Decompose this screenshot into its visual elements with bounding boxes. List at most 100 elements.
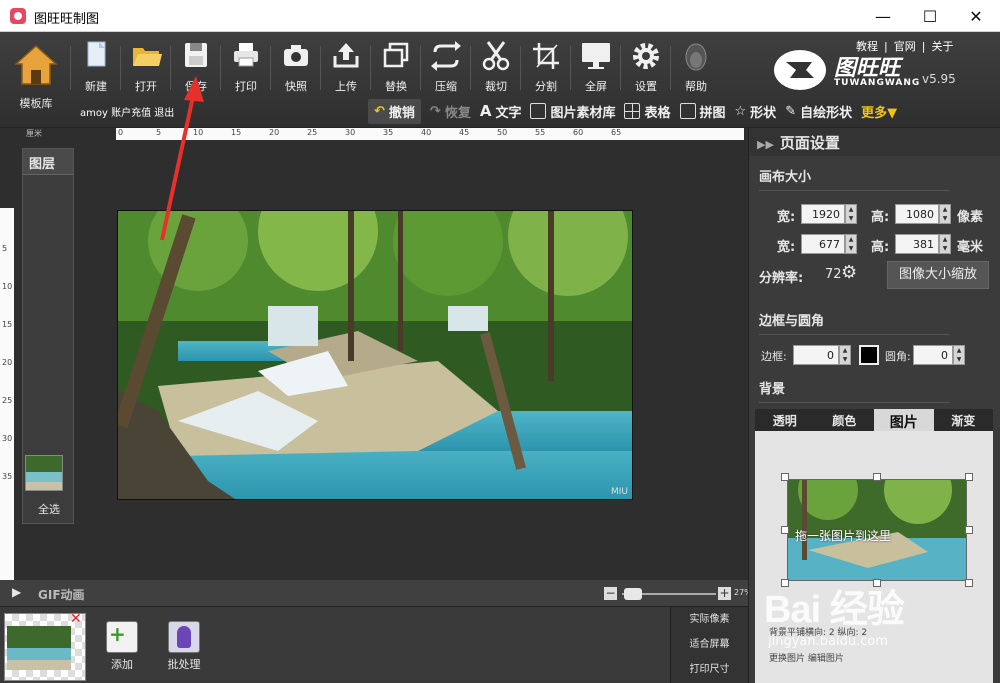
canvas-image[interactable]: MIU [117,210,633,500]
split-button[interactable]: 分割 [523,38,569,96]
gear-icon [633,43,659,69]
print-button[interactable]: 打印 [223,38,269,96]
text-tool-label: 文字 [495,105,522,121]
template-library-button[interactable]: 模板库 [8,44,64,120]
panel-title: 页面设置 [779,134,840,152]
account-recharge-link[interactable]: 账户充值 [111,108,151,119]
image-library-button[interactable]: 图片素材库 [530,102,615,121]
help-label: 帮助 [685,80,707,93]
resize-handle[interactable] [965,526,973,534]
new-button[interactable]: 新建 [73,38,119,96]
fullscreen-button[interactable]: 全屏 [573,38,619,96]
layers-panel: 图层 全选 [22,148,74,524]
radius-input[interactable]: 0 [913,345,953,365]
tab-image[interactable]: 图片 [874,409,934,431]
resize-handle[interactable] [873,579,881,587]
fit-screen-button[interactable]: 适合屏幕 [671,632,748,657]
resize-handle[interactable] [781,526,789,534]
collage-button[interactable]: 拼图 [679,102,726,121]
image-resize-button[interactable]: 图像大小缩放 [887,261,989,289]
minimize-button[interactable]: — [860,0,906,32]
undo-icon: ↶ [374,103,385,119]
width-mm-input[interactable]: 677 [801,234,845,254]
actual-pixels-button[interactable]: 实际像素 [671,607,748,632]
resize-handle[interactable] [965,473,973,481]
settings-button[interactable]: 设置 [623,38,669,96]
replace-button[interactable]: 替换 [373,38,419,96]
height-px-stepper[interactable]: ▲ ▼ [939,204,951,224]
ruler-top: 0 5 10 15 20 25 30 35 40 45 50 55 60 65 [116,128,744,140]
tab-gradient[interactable]: 渐变 [934,409,994,431]
undo-button[interactable]: ↶ 撤销 [368,98,421,124]
maximize-button[interactable]: ☐ [907,0,953,32]
help-button[interactable]: 帮助 [673,38,719,96]
resize-handle[interactable] [781,473,789,481]
resolution-label: 分辨率: [759,271,804,286]
delete-frame-icon[interactable]: ✕ [70,611,82,627]
toolbar-divider [620,46,621,90]
print-size-button[interactable]: 打印尺寸 [671,657,748,682]
bg-edit-buttons[interactable]: 更换图片 编辑图片 [769,651,844,664]
shape-button[interactable]: ☆ 形状 [735,102,777,121]
ruler-number: 15 [231,128,242,137]
ruler-number: 60 [573,128,584,137]
add-frame-button[interactable]: + 添加 [98,621,146,672]
toolbar-divider [120,46,121,90]
redo-icon: ↷ [429,103,441,119]
new-label: 新建 [85,80,107,93]
ruler-number: 25 [2,396,13,405]
tab-color[interactable]: 颜色 [815,409,875,431]
more-button[interactable]: 更多▼ [861,102,897,121]
cut-button[interactable]: 裁切 [473,38,519,96]
gif-animation-label[interactable]: GIF动画 [38,586,85,603]
border-stepper[interactable]: ▲ ▼ [839,345,851,365]
table-button[interactable]: 表格 [624,102,671,121]
height-mm-stepper[interactable]: ▲ ▼ [939,234,951,254]
add-label: 添加 [111,658,133,671]
undo-label: 撤销 [388,105,415,121]
camera-icon [284,45,308,66]
play-icon[interactable]: ▶ [12,585,21,599]
upload-label: 上传 [335,80,357,93]
px-unit: 像素 [957,210,984,225]
resize-handle[interactable] [965,579,973,587]
select-all-button[interactable]: 全选 [23,501,75,517]
resize-handle[interactable] [873,473,881,481]
mm-unit: 毫米 [957,240,984,255]
ruler-number: 0 [118,128,124,137]
snapshot-button[interactable]: 快照 [273,38,319,96]
compress-button[interactable]: 压缩 [423,38,469,96]
zoom-in-button[interactable]: + [718,587,731,600]
zoom-slider-knob[interactable] [624,588,642,600]
height-mm-input[interactable]: 381 [895,234,939,254]
settings-label: 设置 [635,80,657,93]
text-tool-button[interactable]: A 文字 [480,102,522,121]
border-color-swatch[interactable] [859,345,879,365]
border-input[interactable]: 0 [793,345,839,365]
zoom-out-button[interactable]: − [604,587,617,600]
view-options: 实际像素 适合屏幕 打印尺寸 [670,607,748,683]
tab-transparent[interactable]: 透明 [755,409,815,431]
width-mm-stepper[interactable]: ▲ ▼ [845,234,857,254]
ruler-number: 55 [535,128,546,137]
height-px-input[interactable]: 1080 [895,204,939,224]
resize-handle[interactable] [781,579,789,587]
status-row: ▶ GIF动画 − + 27% [0,580,752,606]
redo-button[interactable]: ↷ 恢复 [430,102,471,121]
width-px-input[interactable]: 1920 [801,204,845,224]
ruler-left: 5 10 15 20 25 30 35 [0,208,14,628]
batch-process-button[interactable]: 批处理 [160,621,208,672]
custom-shape-button[interactable]: ✎ 自绘形状 [785,102,852,121]
layers-title: 图层 [23,149,73,175]
close-button[interactable]: ✕ [953,0,999,32]
height-label: 高: [871,210,890,225]
printer-icon [234,43,258,67]
scissors-icon [482,41,510,71]
upload-button[interactable]: 上传 [323,38,369,96]
help-penguin-icon [685,43,707,71]
width-px-stepper[interactable]: ▲ ▼ [845,204,857,224]
radius-stepper[interactable]: ▲ ▼ [953,345,965,365]
background-tabs: 透明 颜色 图片 渐变 [755,409,993,431]
layer-thumbnail[interactable] [25,455,63,491]
gear-icon[interactable]: ⚙ [841,262,857,283]
